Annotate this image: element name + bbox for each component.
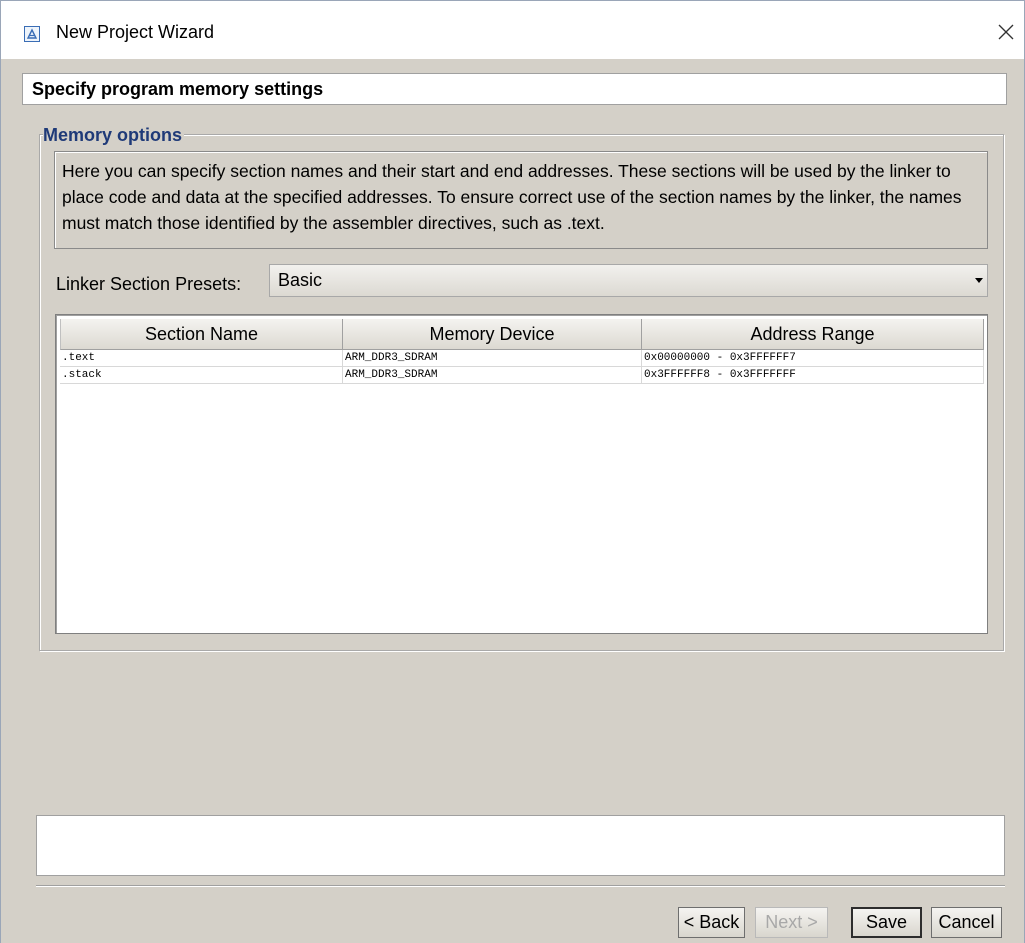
sections-table: Section Name Memory Device Address Range… — [55, 314, 988, 634]
memory-options-legend: Memory options — [43, 125, 185, 146]
address-range-cell[interactable]: 0x00000000 - 0x3FFFFFF7 — [642, 350, 984, 366]
page-header: Specify program memory settings — [22, 73, 1007, 105]
page-title: Specify program memory settings — [32, 79, 324, 99]
next-button: Next > — [755, 907, 828, 938]
memory-device-cell[interactable]: ARM_DDR3_SDRAM — [343, 367, 642, 383]
column-header-memory-device[interactable]: Memory Device — [343, 319, 642, 350]
memory-device-cell[interactable]: ARM_DDR3_SDRAM — [343, 350, 642, 366]
close-icon — [998, 24, 1014, 40]
address-range-cell[interactable]: 0x3FFFFFF8 - 0x3FFFFFFF — [642, 367, 984, 383]
wizard-content: Specify program memory settings Memory o… — [1, 59, 1024, 943]
close-button[interactable] — [991, 17, 1021, 47]
section-name-cell[interactable]: .text — [60, 350, 343, 366]
dropdown-arrow-icon — [975, 278, 983, 283]
column-header-section-name[interactable]: Section Name — [60, 319, 343, 350]
linker-presets-dropdown[interactable]: Basic — [269, 264, 988, 297]
section-name-cell[interactable]: .stack — [60, 367, 343, 383]
table-header: Section Name Memory Device Address Range — [60, 319, 984, 350]
new-project-wizard-window: New Project Wizard Specify program memor… — [0, 0, 1025, 943]
memory-options-description: Here you can specify section names and t… — [54, 151, 988, 249]
app-icon — [24, 26, 40, 42]
window-title: New Project Wizard — [56, 22, 215, 42]
table-body: .text ARM_DDR3_SDRAM 0x00000000 - 0x3FFF… — [60, 350, 984, 384]
title-bar: New Project Wizard — [1, 1, 1024, 59]
column-header-address-range[interactable]: Address Range — [642, 319, 984, 350]
linker-presets-label: Linker Section Presets: — [56, 274, 242, 294]
save-button[interactable]: Save — [851, 907, 922, 938]
button-separator — [36, 885, 1005, 887]
linker-presets-value: Basic — [278, 270, 323, 290]
table-row[interactable]: .text ARM_DDR3_SDRAM 0x00000000 - 0x3FFF… — [60, 350, 984, 367]
status-message-box — [36, 815, 1005, 876]
cancel-button[interactable]: Cancel — [931, 907, 1002, 938]
table-row[interactable]: .stack ARM_DDR3_SDRAM 0x3FFFFFF8 - 0x3FF… — [60, 367, 984, 384]
back-button[interactable]: < Back — [678, 907, 745, 938]
